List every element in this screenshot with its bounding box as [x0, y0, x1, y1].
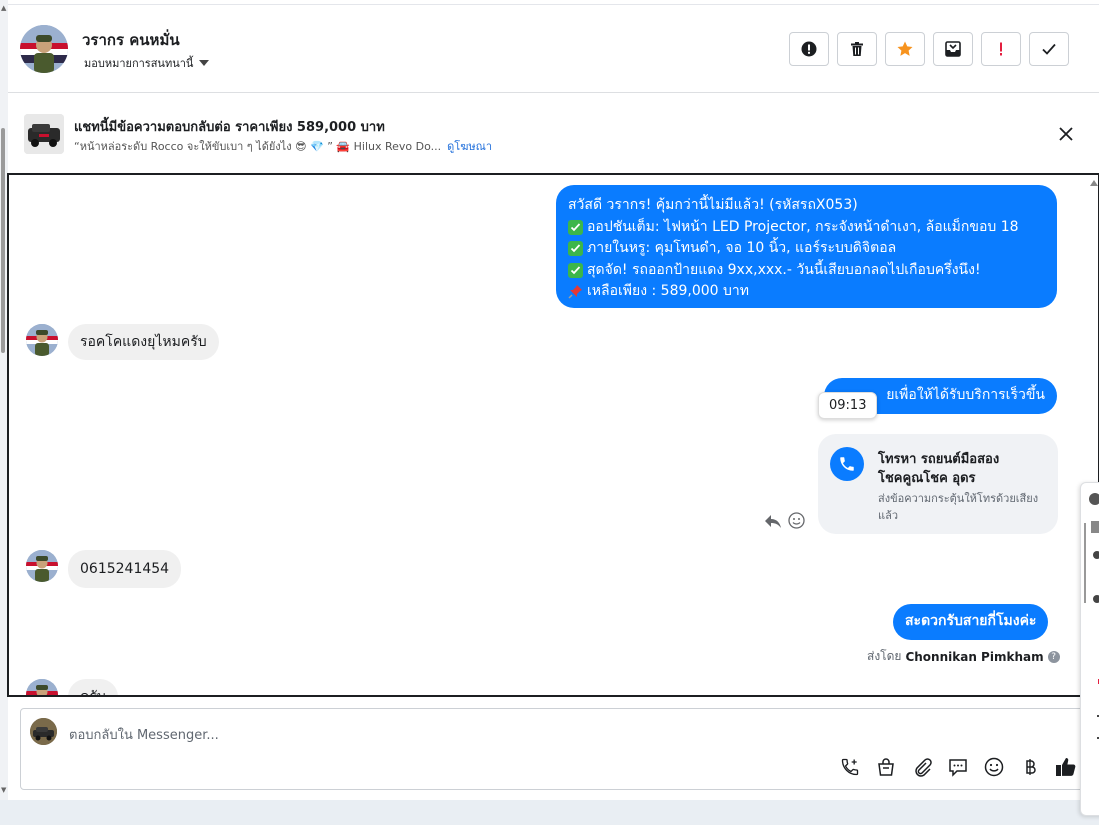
ad-thumbnail[interactable]	[24, 114, 64, 154]
ad-title: แชทนี้มีข้อความตอบกลับต่อ ราคาเพียง 589,…	[74, 120, 385, 135]
call-card-title: โทรหา รถยนต์มือสอง โชคคูณโชค อุดร	[878, 450, 999, 488]
sender-avatar[interactable]	[26, 324, 58, 356]
assign-conversation-dropdown[interactable]: มอบหมายการสนทนานี้	[84, 54, 210, 72]
scroll-down-icon[interactable]: ▼	[1, 786, 6, 794]
sender-avatar[interactable]	[26, 679, 58, 695]
contact-avatar[interactable]	[20, 25, 68, 73]
outgoing-message[interactable]: สะดวกรับสายกี่โมงค่ะ	[893, 604, 1049, 640]
call-card-description: ส่งข้อความกระตุ้นให้โทรด้วยเสียงแล้ว	[878, 492, 1039, 522]
saved-replies-icon[interactable]	[947, 756, 969, 778]
contact-name[interactable]: วรากร คนหมั่น	[82, 28, 180, 52]
scroll-up-icon[interactable]	[1090, 180, 1098, 186]
page-footer-strip	[0, 800, 1099, 825]
shopping-bag-icon[interactable]	[875, 756, 897, 778]
emoji-react-icon[interactable]	[788, 512, 805, 529]
side-panel-peek[interactable]	[1080, 482, 1099, 816]
message-line: เหลือเพียง : 589,000 บาท	[568, 281, 1045, 303]
help-icon[interactable]: ?	[1047, 650, 1060, 663]
reply-composer[interactable]: ตอบกลับใน Messenger...	[20, 708, 1090, 790]
check-box-icon	[568, 262, 583, 278]
message-input[interactable]: ตอบกลับใน Messenger...	[69, 724, 219, 745]
message-text: สุดจัด! รถออกป้ายแดง 9xx,xxx.- วันนี้เสี…	[587, 261, 981, 278]
page-avatar	[30, 718, 57, 745]
spam-report-button[interactable]	[789, 32, 829, 66]
ad-subtitle: “หน้าหล่อระดับ Rocco จะให้ขับเบา ๆ ได้ยั…	[74, 137, 492, 155]
trash-icon	[851, 42, 863, 56]
message-text: เหลือเพียง : 589,000 บาท	[587, 283, 749, 299]
call-request-card[interactable]: โทรหา รถยนต์มือสอง โชคคูณโชค อุดร ส่งข้อ…	[818, 434, 1058, 534]
view-ad-link[interactable]: ดูโฆษณา	[447, 140, 492, 153]
phone-icon	[830, 447, 864, 481]
mark-done-button[interactable]	[1029, 32, 1069, 66]
check-box-icon	[568, 241, 583, 257]
message-text: ภายในหรู: คุมโทนดำ, จอ 10 นิ้ว, แอร์ระบบ…	[587, 240, 897, 256]
message-actions	[764, 512, 805, 529]
agent-name: Chonnikan Pimkham	[905, 649, 1044, 664]
message-line: สวัสดี วรากร! คุ้มกว่านี้ไม่มีแล้ว! (รหั…	[568, 197, 858, 213]
sent-by-label: ส่งโดย Chonnikan Pimkham ?	[867, 647, 1060, 666]
star-icon	[897, 41, 913, 56]
paperclip-icon[interactable]	[911, 756, 933, 778]
inbox-icon	[945, 41, 961, 57]
delete-button[interactable]	[837, 32, 877, 66]
message-line: ออปชันเต็ม: ไฟหน้า LED Projector, กระจัง…	[568, 217, 1045, 239]
ad-caption: “หน้าหล่อระดับ Rocco จะให้ขับเบา ๆ ได้ยั…	[74, 140, 442, 153]
check-box-icon	[568, 219, 583, 235]
outgoing-message[interactable]: สวัสดี วรากร! คุ้มกว่านี้ไม่มีแล้ว! (รหั…	[556, 185, 1057, 308]
mark-important-button[interactable]	[981, 32, 1021, 66]
message-line: ภายในหรู: คุมโทนดำ, จอ 10 นิ้ว, แอร์ระบบ…	[568, 238, 1045, 260]
assign-label: มอบหมายการสนทนานี้	[84, 57, 194, 70]
alert-circle-icon	[801, 41, 817, 57]
sender-avatar[interactable]	[26, 550, 58, 582]
scroll-up-icon[interactable]: ▲	[1, 4, 6, 12]
composer-toolbar	[839, 756, 1077, 778]
sent-by-prefix: ส่งโดย	[867, 649, 902, 663]
chevron-down-icon	[199, 60, 210, 66]
emoji-icon[interactable]	[983, 756, 1005, 778]
move-to-inbox-button[interactable]	[933, 32, 973, 66]
incoming-message[interactable]: รอคโคแดงยุไหมครับ	[68, 324, 219, 360]
message-text: ออปชันเต็ม: ไฟหน้า LED Projector, กระจัง…	[587, 218, 1019, 235]
checkmark-icon	[1042, 43, 1056, 55]
call-title-line: โทรหา รถยนต์มือสอง	[878, 452, 1000, 467]
timestamp-tooltip: 09:13	[818, 392, 878, 419]
message-thread[interactable]: สวัสดี วรากร! คุ้มกว่านี้ไม่มีแล้ว! (รหั…	[7, 173, 1099, 697]
baht-payment-icon[interactable]	[1019, 756, 1041, 778]
pushpin-icon	[568, 284, 583, 299]
call-title-line: โชคคูณโชค อุดร	[878, 471, 976, 486]
conversation-header: วรากร คนหมั่น มอบหมายการสนทนานี้	[8, 5, 1099, 93]
call-request-icon[interactable]	[839, 756, 861, 778]
ad-context-banner: แชทนี้มีข้อความตอบกลับต่อ ราคาเพียง 589,…	[8, 94, 1099, 174]
scrollbar-thumb[interactable]	[1, 128, 5, 353]
close-icon[interactable]	[1056, 124, 1076, 144]
exclamation-icon	[1000, 42, 1002, 56]
thumbs-up-icon[interactable]	[1055, 756, 1077, 778]
reply-icon[interactable]	[764, 513, 782, 529]
incoming-message[interactable]: 0615241454	[68, 550, 182, 588]
star-button[interactable]	[885, 32, 925, 66]
incoming-message[interactable]: ครับ	[68, 679, 118, 695]
message-line: สุดจัด! รถออกป้ายแดง 9xx,xxx.- วันนี้เสี…	[568, 260, 1045, 282]
